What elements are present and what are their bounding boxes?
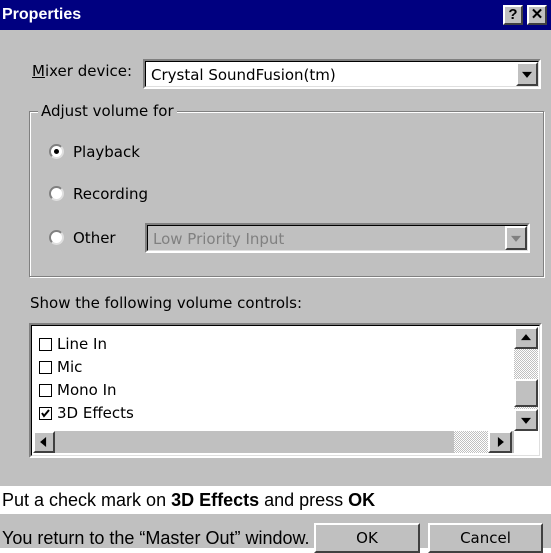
caption-line-1: Put a check mark on 3D Effects and press… bbox=[0, 486, 551, 514]
list-item-label: Mono In bbox=[57, 381, 117, 399]
radio-playback-button[interactable] bbox=[49, 144, 64, 159]
controls-label: Show the following volume controls: bbox=[30, 294, 303, 312]
radio-playback-label: Playback bbox=[73, 143, 140, 161]
window-title: Properties bbox=[2, 6, 82, 23]
radio-other-label: Other bbox=[73, 229, 116, 247]
other-device-value: Low Priority Input bbox=[153, 230, 285, 248]
scroll-left-button[interactable] bbox=[33, 431, 55, 453]
horizontal-scroll-track[interactable] bbox=[454, 431, 488, 453]
ok-button[interactable]: OK bbox=[314, 523, 420, 553]
list-item-label: 3D Effects bbox=[57, 404, 134, 422]
chevron-down-icon bbox=[511, 235, 521, 242]
properties-dialog: Properties ? ✕ Mixer device: Crystal Sou… bbox=[0, 0, 551, 553]
title-bar[interactable]: Properties ? ✕ bbox=[0, 0, 551, 30]
radio-recording-button[interactable] bbox=[49, 186, 64, 201]
arrow-up-icon bbox=[521, 334, 531, 341]
mixer-device-value: Crystal SoundFusion(tm) bbox=[151, 66, 336, 84]
mixer-device-label: Mixer device: bbox=[32, 62, 133, 80]
ok-button-label: OK bbox=[356, 529, 378, 547]
chevron-down-icon bbox=[522, 71, 532, 78]
scroll-right-button[interactable] bbox=[488, 431, 512, 453]
close-icon: ✕ bbox=[530, 6, 544, 23]
checkbox-mic[interactable] bbox=[39, 361, 52, 374]
other-device-dropdown: Low Priority Input bbox=[145, 223, 530, 253]
close-button[interactable]: ✕ bbox=[527, 5, 547, 25]
checkbox-3d-effects[interactable] bbox=[39, 407, 52, 420]
scroll-down-button[interactable] bbox=[514, 409, 538, 431]
arrow-down-icon bbox=[521, 417, 531, 424]
help-button[interactable]: ? bbox=[503, 5, 523, 25]
caption-line-2: You return to the “Master Out” window. bbox=[2, 528, 310, 548]
cancel-button-label: Cancel bbox=[460, 529, 511, 547]
mixer-dropdown-button[interactable] bbox=[516, 62, 538, 86]
checkmark-icon bbox=[41, 409, 50, 418]
help-icon: ? bbox=[508, 6, 518, 23]
radio-recording-label: Recording bbox=[73, 185, 149, 203]
scroll-up-button[interactable] bbox=[514, 327, 538, 349]
checkbox-line-in[interactable] bbox=[39, 338, 52, 351]
cancel-button[interactable]: Cancel bbox=[428, 523, 543, 553]
volume-controls-list[interactable]: Line In Mic Mono In 3D Effects bbox=[29, 323, 542, 458]
other-dropdown-button bbox=[505, 226, 527, 250]
horizontal-scrollbar[interactable] bbox=[33, 431, 514, 453]
radio-other-button[interactable] bbox=[49, 230, 64, 245]
mixer-device-dropdown[interactable]: Crystal SoundFusion(tm) bbox=[143, 59, 541, 89]
arrow-left-icon bbox=[40, 437, 47, 447]
list-item-label: Line In bbox=[57, 335, 107, 353]
arrow-right-icon bbox=[497, 437, 504, 447]
list-item-label: Mic bbox=[57, 358, 83, 376]
vertical-scrollbar[interactable] bbox=[514, 327, 538, 431]
checkbox-mono-in[interactable] bbox=[39, 384, 52, 397]
vertical-scroll-thumb[interactable] bbox=[514, 379, 538, 407]
radio-selected-dot bbox=[54, 149, 59, 154]
adjust-volume-title: Adjust volume for bbox=[38, 102, 177, 120]
